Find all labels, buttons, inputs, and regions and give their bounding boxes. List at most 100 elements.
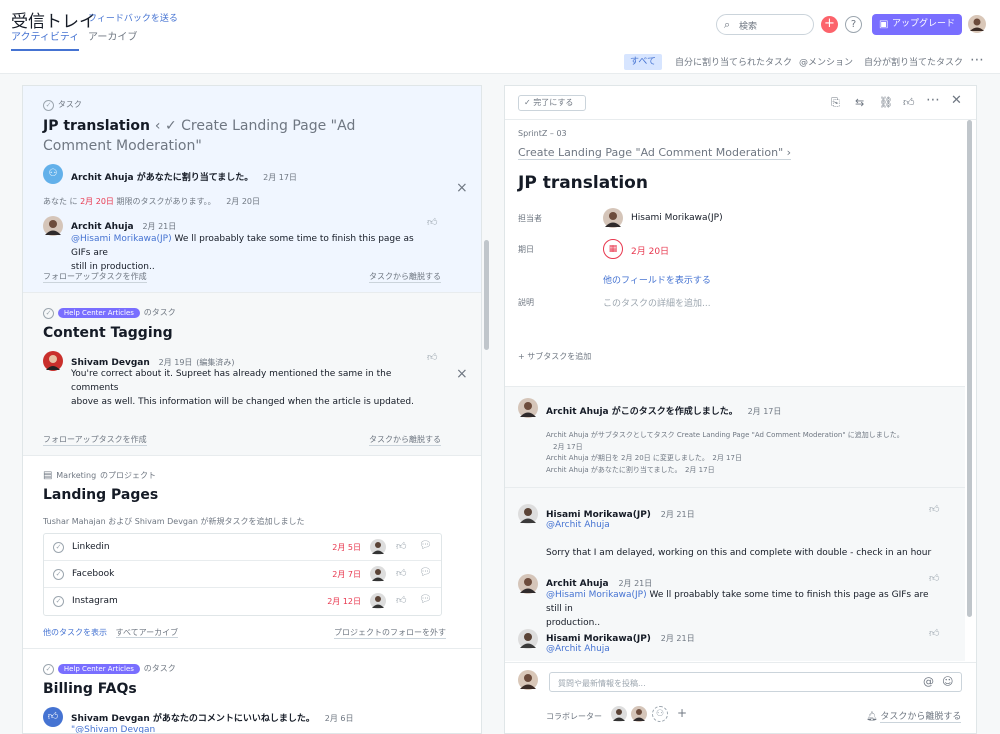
- close-icon[interactable]: ×: [456, 180, 468, 196]
- follow-up-link[interactable]: フォローアップタスクを作成: [43, 271, 147, 283]
- description-field[interactable]: このタスクの詳細を追加...: [603, 296, 711, 309]
- task-name[interactable]: Facebook: [72, 569, 114, 579]
- project-name[interactable]: Marketing: [56, 471, 96, 480]
- task-title[interactable]: JP translation: [518, 173, 648, 193]
- unfollow-project-link[interactable]: プロジェクトのフォローを外す: [334, 627, 446, 639]
- leave-task-button[interactable]: 🔔︎ タスクから離脱する: [866, 709, 962, 723]
- filter-assigned-by-me[interactable]: 自分が割り当てたタスク: [864, 55, 963, 68]
- task-name[interactable]: Linkedin: [72, 542, 110, 552]
- like-mention[interactable]: "@Shivam Devgan: [71, 725, 155, 733]
- more-fields-link[interactable]: 他のフィールドを表示する: [603, 273, 711, 286]
- project-breadcrumb[interactable]: SprintZ – 03: [518, 129, 567, 138]
- assignee-avatar[interactable]: [603, 208, 623, 228]
- like-icon[interactable]: 👍︎: [396, 594, 406, 606]
- task-type-label: のタスク: [143, 308, 176, 317]
- leave-task-link[interactable]: タスクから離脱する: [369, 271, 441, 283]
- task-name[interactable]: Instagram: [72, 596, 118, 606]
- attachment-icon[interactable]: ⎘: [831, 96, 840, 110]
- comment-author[interactable]: Hisami Morikawa(JP): [546, 510, 651, 520]
- list-item[interactable]: ✓ Facebook 2月 7日 👍︎ 💬︎: [44, 561, 441, 588]
- more-icon[interactable]: ⋯: [970, 52, 985, 68]
- quick-add-button[interactable]: +: [821, 16, 838, 33]
- link-icon[interactable]: ⛓: [879, 96, 893, 109]
- task-check-icon[interactable]: ✓: [53, 569, 64, 580]
- comment-icon[interactable]: 💬︎: [419, 594, 432, 605]
- log-entry-date: 2月 17日: [553, 442, 583, 451]
- task-check-icon[interactable]: ✓: [53, 596, 64, 607]
- comment-author[interactable]: Hisami Morikawa(JP): [546, 634, 651, 644]
- like-icon[interactable]: 👍︎: [427, 351, 437, 363]
- due-date[interactable]: 2月 20日: [631, 244, 669, 257]
- inbox-card-content-tagging[interactable]: ✓ Help Center Articles のタスク Content Tagg…: [23, 293, 481, 456]
- feedback-link[interactable]: フィードバックを送る: [88, 11, 178, 24]
- comment-text-continued: above as well. This information will be …: [71, 397, 414, 407]
- comment-mention[interactable]: @Archit Ahuja: [546, 520, 610, 530]
- mark-complete-button[interactable]: ✓ 完了にする: [518, 95, 586, 111]
- like-icon[interactable]: 👍︎: [903, 96, 915, 109]
- collaborators-label: コラボレーター: [546, 712, 602, 721]
- inbox-card-billing-faqs[interactable]: ✓ Help Center Articles のタスク Billing FAQs…: [23, 649, 481, 733]
- like-icon[interactable]: 👍︎: [929, 572, 939, 584]
- card-title[interactable]: JP translation ‹ ✓ Create Landing Page "…: [43, 116, 423, 156]
- comment-mention[interactable]: @Hisami Morikawa(JP): [546, 590, 647, 600]
- like-date: 2月 6日: [324, 714, 354, 723]
- show-more-tasks-link[interactable]: 他のタスクを表示: [43, 628, 107, 637]
- upgrade-label: アップグレード: [892, 19, 956, 29]
- scrollbar[interactable]: [967, 120, 972, 617]
- comment-author[interactable]: Archit Ahuja: [71, 222, 134, 232]
- close-icon[interactable]: ×: [456, 366, 468, 382]
- assignee-name[interactable]: Hisami Morikawa(JP): [631, 213, 723, 223]
- like-icon[interactable]: 👍︎: [929, 627, 939, 639]
- emoji-icon[interactable]: ☺: [942, 675, 953, 688]
- comment-mention[interactable]: @Hisami Morikawa(JP): [71, 234, 172, 244]
- like-icon[interactable]: 👍︎: [427, 216, 437, 228]
- at-mention-icon[interactable]: @: [923, 675, 934, 688]
- inbox-card-jp-translation[interactable]: ✓ タスク JP translation ‹ ✓ Create Landing …: [23, 86, 481, 293]
- add-subtask-button[interactable]: + サブタスクを追加: [518, 351, 591, 362]
- task-type-label: のタスク: [143, 664, 176, 673]
- comment-input[interactable]: 質問や最新情報を投稿... @ ☺: [549, 672, 962, 692]
- card-title[interactable]: Content Tagging: [43, 325, 173, 341]
- list-item[interactable]: ✓ Linkedin 2月 5日 👍︎ 💬︎: [44, 534, 441, 561]
- tab-archive[interactable]: アーカイブ: [88, 28, 137, 43]
- filter-all[interactable]: すべて: [624, 54, 662, 70]
- add-collaborator-icon[interactable]: ⚇: [652, 706, 668, 722]
- tab-activity[interactable]: アクティビティ: [11, 28, 80, 51]
- like-icon[interactable]: 👍︎: [929, 503, 939, 515]
- archive-all-link[interactable]: すべてアーカイブ: [115, 628, 179, 638]
- list-item[interactable]: ✓ Instagram 2月 12日 👍︎ 💬︎: [44, 588, 441, 615]
- user-avatar[interactable]: [968, 15, 986, 33]
- gift-icon: ▣: [879, 19, 889, 30]
- task-check-icon[interactable]: ✓: [53, 542, 64, 553]
- more-icon[interactable]: ⋯: [926, 92, 940, 108]
- parent-task-link[interactable]: Create Landing Page "Ad Comment Moderati…: [518, 146, 792, 160]
- comment-mention[interactable]: @Archit Ahuja: [546, 644, 610, 654]
- card-title[interactable]: Landing Pages: [43, 487, 158, 503]
- task-type-row: ✓ Help Center Articles のタスク: [43, 304, 176, 319]
- project-tag[interactable]: Help Center Articles: [57, 308, 140, 318]
- upgrade-button[interactable]: ▣ アップグレード: [872, 14, 962, 35]
- task-due-date: 2月 12日: [327, 597, 361, 606]
- filter-mentions[interactable]: @メンション: [799, 55, 853, 68]
- due-prefix: あなた に: [43, 197, 78, 206]
- collaborator-avatar[interactable]: [631, 706, 647, 722]
- search-placeholder: 検索: [739, 22, 758, 32]
- calendar-icon[interactable]: ▦: [603, 239, 623, 259]
- comment-icon[interactable]: 💬︎: [419, 540, 432, 551]
- plus-icon[interactable]: +: [677, 706, 687, 720]
- project-tag[interactable]: Help Center Articles: [57, 664, 140, 674]
- like-icon[interactable]: 👍︎: [396, 567, 406, 579]
- filter-assigned-to-me[interactable]: 自分に割り当てられたタスク: [675, 55, 792, 68]
- leave-task-link[interactable]: タスクから離脱する: [369, 434, 441, 446]
- card-title[interactable]: Billing FAQs: [43, 681, 137, 697]
- comment-icon[interactable]: 💬︎: [419, 567, 432, 578]
- task-title[interactable]: JP translation: [43, 118, 150, 134]
- scrollbar[interactable]: [484, 240, 489, 350]
- help-button[interactable]: ?: [845, 16, 862, 33]
- subtask-icon[interactable]: ⇆: [855, 96, 864, 109]
- search-input[interactable]: ⌕ 検索: [716, 14, 814, 35]
- like-icon[interactable]: 👍︎: [396, 540, 406, 552]
- collaborator-avatar[interactable]: [611, 706, 627, 722]
- close-icon[interactable]: ✕: [951, 93, 962, 108]
- follow-up-link[interactable]: フォローアップタスクを作成: [43, 434, 147, 446]
